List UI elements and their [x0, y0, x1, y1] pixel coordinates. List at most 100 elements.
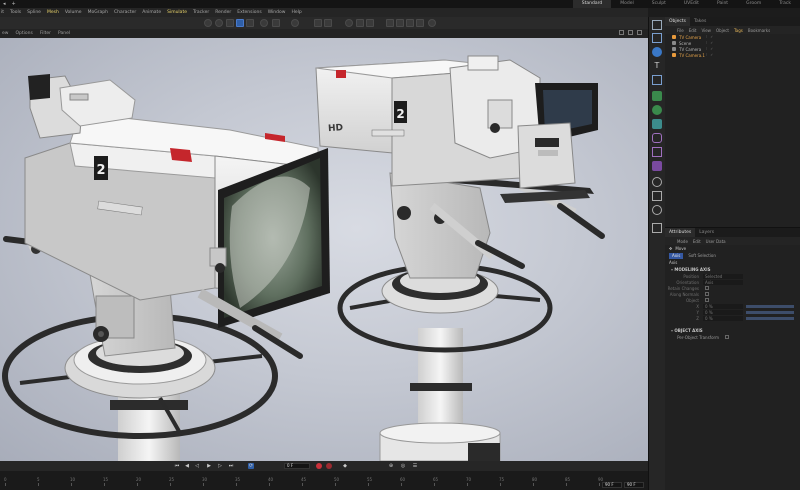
menu-tools[interactable]: Tools: [10, 10, 21, 15]
deformer-twist-icon[interactable]: [652, 147, 662, 157]
viewport-menu-panel[interactable]: Panel: [58, 31, 70, 36]
property-value[interactable]: 0 %: [703, 315, 743, 321]
keyframe-icon[interactable]: ◆: [342, 463, 348, 469]
property-slider[interactable]: [746, 310, 794, 314]
world-axis-icon[interactable]: [291, 19, 299, 27]
object-row[interactable]: TV Camera.1 ⁝ ✓: [665, 52, 800, 58]
end-frame-field-1[interactable]: 90 F: [602, 482, 622, 488]
axis-lock-icon[interactable]: [272, 19, 280, 27]
menu-character[interactable]: Character: [114, 10, 136, 15]
viewport-menu-ew[interactable]: ew: [2, 31, 8, 36]
menu-simulate[interactable]: Simulate: [167, 10, 187, 15]
tag-icon[interactable]: [652, 223, 662, 233]
timeline-ruler[interactable]: 90 F 90 F 0 5 10 15 20 25 30 35 40 45 50 55 60 65 70 75…: [0, 471, 648, 490]
spline-icon[interactable]: [396, 19, 404, 27]
record-icon[interactable]: [316, 463, 322, 469]
menu-spline[interactable]: Spline: [27, 10, 41, 15]
light-object-icon[interactable]: [652, 205, 662, 215]
sphere-icon[interactable]: [652, 47, 662, 57]
snap-icon[interactable]: [314, 19, 322, 27]
timeline-settings-icon[interactable]: ☰: [412, 463, 418, 469]
light-icon[interactable]: [428, 19, 436, 27]
visibility-icon[interactable]: ⁝ ✓: [706, 35, 714, 39]
property-slider[interactable]: [746, 304, 794, 308]
property-checkbox[interactable]: [705, 286, 709, 290]
field-icon[interactable]: [652, 161, 662, 171]
attributes-menu-user-data[interactable]: User Data: [706, 239, 726, 244]
layout-tab-track[interactable]: Track: [770, 0, 800, 8]
mograph-cloner-icon[interactable]: [652, 91, 662, 101]
prev-key-icon[interactable]: ◀: [184, 463, 190, 469]
layout-tab-model[interactable]: Model: [611, 0, 643, 8]
property-value[interactable]: 0 %: [703, 303, 743, 309]
environment-icon[interactable]: [652, 177, 662, 187]
objects-menu-tags[interactable]: Tags: [734, 28, 743, 33]
deformer-icon[interactable]: [416, 19, 424, 27]
property-checkbox[interactable]: [705, 298, 709, 302]
new-tab-icon[interactable]: +: [12, 1, 16, 7]
menu-mesh[interactable]: Mesh: [47, 10, 59, 15]
menu-render[interactable]: Render: [215, 10, 231, 15]
per-object-checkbox[interactable]: [725, 335, 729, 339]
picture-viewer-icon[interactable]: [366, 19, 374, 27]
autokey-icon[interactable]: [326, 463, 332, 469]
property-slider[interactable]: [746, 316, 794, 320]
layout-tab-uvedit[interactable]: UVEdit: [675, 0, 708, 8]
3d-viewport[interactable]: 2 2 HD: [0, 38, 648, 461]
play-icon[interactable]: ▶: [206, 463, 212, 469]
objects-menu-file[interactable]: File: [677, 28, 684, 33]
cube-primitive-icon[interactable]: [652, 33, 662, 43]
scale-tool-icon[interactable]: [246, 19, 254, 27]
frame-field[interactable]: 0 F: [284, 463, 310, 469]
undo-icon[interactable]: [204, 19, 212, 27]
render-view-icon[interactable]: [345, 19, 353, 27]
camera-icon[interactable]: [652, 191, 662, 201]
objects-menu-bookmarks[interactable]: Bookmarks: [748, 28, 770, 33]
loop-icon[interactable]: ⟳: [248, 463, 254, 469]
menu-it[interactable]: it: [1, 10, 4, 15]
menu-tracker[interactable]: Tracker: [193, 10, 209, 15]
tab-attributes[interactable]: Attributes: [665, 228, 696, 237]
prev-frame-icon[interactable]: ◁: [194, 463, 200, 469]
select-tool-icon[interactable]: [226, 19, 234, 27]
viewport-menu-filter[interactable]: Filter: [40, 31, 51, 36]
modeling-axis-section[interactable]: MODELING AXIS: [665, 266, 800, 273]
menu-mograph[interactable]: MoGraph: [88, 10, 108, 15]
text-icon[interactable]: T: [652, 61, 662, 71]
render-settings-icon[interactable]: [356, 19, 364, 27]
cube-icon[interactable]: [386, 19, 394, 27]
property-checkbox[interactable]: [705, 292, 709, 296]
viewport-menu-options[interactable]: Options: [15, 31, 32, 36]
next-frame-icon[interactable]: ▷: [217, 463, 223, 469]
menu-window[interactable]: Window: [268, 10, 286, 15]
tab-layers[interactable]: Layers: [695, 228, 718, 237]
back-icon[interactable]: ◂: [3, 1, 6, 7]
menu-animate[interactable]: Animate: [142, 10, 161, 15]
grid-snap-icon[interactable]: [324, 19, 332, 27]
viewport-move-icon[interactable]: [619, 30, 624, 35]
menu-help[interactable]: Help: [291, 10, 301, 15]
attributes-menu-mode[interactable]: Mode: [677, 239, 688, 244]
property-value[interactable]: 0 %: [703, 309, 743, 315]
layout-tab-standard[interactable]: Standard: [572, 0, 612, 8]
null-icon[interactable]: [652, 75, 662, 85]
visibility-icon[interactable]: ⁝ ✓: [706, 41, 714, 45]
mograph-effector-icon[interactable]: [652, 105, 662, 115]
mode-soft-selection[interactable]: Soft Selection: [685, 253, 719, 259]
layout-tab-sculpt[interactable]: Sculpt: [643, 0, 675, 8]
visibility-icon[interactable]: ⁝ ✓: [706, 53, 714, 57]
objects-menu-object[interactable]: Object: [716, 28, 729, 33]
generator-icon[interactable]: [406, 19, 414, 27]
layout-tab-paint[interactable]: Paint: [708, 0, 737, 8]
viewport-maximize-icon[interactable]: [637, 30, 642, 35]
mode-axis[interactable]: Axis: [669, 252, 684, 259]
go-to-end-icon[interactable]: ⏭: [228, 463, 234, 469]
motion-path-icon[interactable]: ⊕: [388, 463, 394, 469]
visibility-icon[interactable]: ⁝ ✓: [706, 47, 714, 51]
deformer-bend-icon[interactable]: [652, 133, 662, 143]
property-value[interactable]: Axis: [703, 279, 743, 285]
end-frame-field-2[interactable]: 90 F: [624, 482, 644, 488]
layout-tab-groom[interactable]: Groom: [737, 0, 770, 8]
objects-menu-edit[interactable]: Edit: [689, 28, 697, 33]
menu-extensions[interactable]: Extensions: [237, 10, 261, 15]
